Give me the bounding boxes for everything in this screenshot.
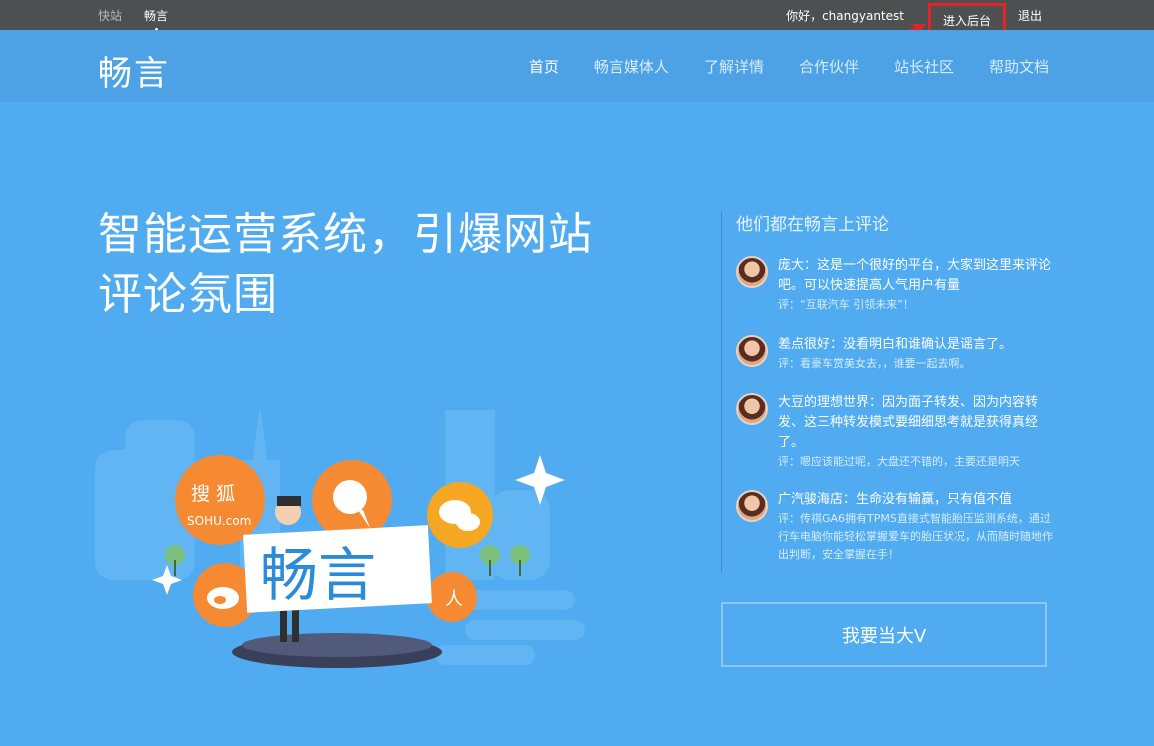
comment-ref[interactable]: 评：“互联汽车 引领未来”！ — [778, 296, 1053, 314]
hero-title-line2: 评论氛围 — [98, 269, 278, 320]
hero-title-line1: 智能运营系统，引爆网站 — [98, 209, 593, 260]
sohu-bubble-domain: SOHU.com — [187, 514, 251, 528]
product-link-kuaizhan[interactable]: 快站 — [98, 7, 122, 24]
logout-link[interactable]: 退出 — [1018, 7, 1042, 24]
avatar — [736, 335, 768, 367]
panel-divider — [721, 212, 722, 572]
avatar — [736, 256, 768, 288]
avatar — [736, 490, 768, 522]
become-big-v-button[interactable]: 我要当大V — [721, 602, 1047, 667]
hero-illustration: 搜 狐 SOHU.com 人 畅言 — [95, 405, 585, 668]
product-link-changyan[interactable]: 畅言 — [144, 7, 168, 31]
changyan-logo[interactable]: 畅言 — [98, 46, 170, 95]
sign-text: 畅言 — [260, 541, 376, 609]
avatar — [736, 393, 768, 425]
sohu-bubble: 搜 狐 SOHU.com — [175, 455, 265, 545]
nav-home[interactable]: 首页 — [529, 56, 559, 77]
nav-details[interactable]: 了解详情 — [704, 56, 764, 77]
comment-text: 庞大：这是一个很好的平台，大家到这里来评论吧。可以快速提高人气用户有量 — [778, 258, 1052, 293]
nav-partners[interactable]: 合作伙伴 — [799, 56, 859, 77]
changyan-sign: 畅言 — [243, 525, 432, 613]
main-nav: 首页 畅言媒体人 了解详情 合作伙伴 站长社区 帮助文档 — [529, 30, 1049, 102]
stage-top — [242, 633, 432, 657]
main-navbar: 畅言 首页 畅言媒体人 了解详情 合作伙伴 站长社区 帮助文档 — [0, 30, 1154, 102]
comment-ref[interactable]: 评：看豪车赏美女去，，谁要一起去啊。 — [778, 355, 1053, 373]
small-orange-bubble: 人 — [427, 572, 477, 622]
sohu-bubble-text: 搜 狐 — [191, 483, 235, 505]
product-switcher: 快站 畅言 — [98, 0, 168, 31]
top-bar: 快站 畅言 你好，changyantest 进入后台 退出 — [0, 0, 1154, 37]
comment-text: 大豆的理想世界：因为面子转发、因为内容转发、这三种转发模式要细细思考就是获得真经… — [778, 395, 1039, 450]
comment-ref[interactable]: 评：嗯应该能过呢，大盘还不错的，主要还是明天 — [778, 453, 1053, 471]
comments-panel-title: 他们都在畅言上评论 — [736, 215, 889, 235]
comment-text: 差点很好：没看明白和谁确认是谣言了。 — [778, 337, 1013, 352]
nav-media-person[interactable]: 畅言媒体人 — [594, 56, 669, 77]
hero-title: 智能运营系统，引爆网站 评论氛围 — [98, 205, 658, 325]
comment-ref[interactable]: 评：传祺GA6拥有TPMS直接式智能胎压监测系统，通过行车电脑你能轻松掌握爱车的… — [778, 510, 1053, 564]
svg-text:人: 人 — [445, 589, 463, 610]
comment-text: 广汽骏海店：生命没有输赢，只有值不值 — [778, 492, 1013, 507]
nav-community[interactable]: 站长社区 — [894, 56, 954, 77]
nav-help[interactable]: 帮助文档 — [989, 56, 1049, 77]
wechat-bubble — [427, 482, 493, 548]
